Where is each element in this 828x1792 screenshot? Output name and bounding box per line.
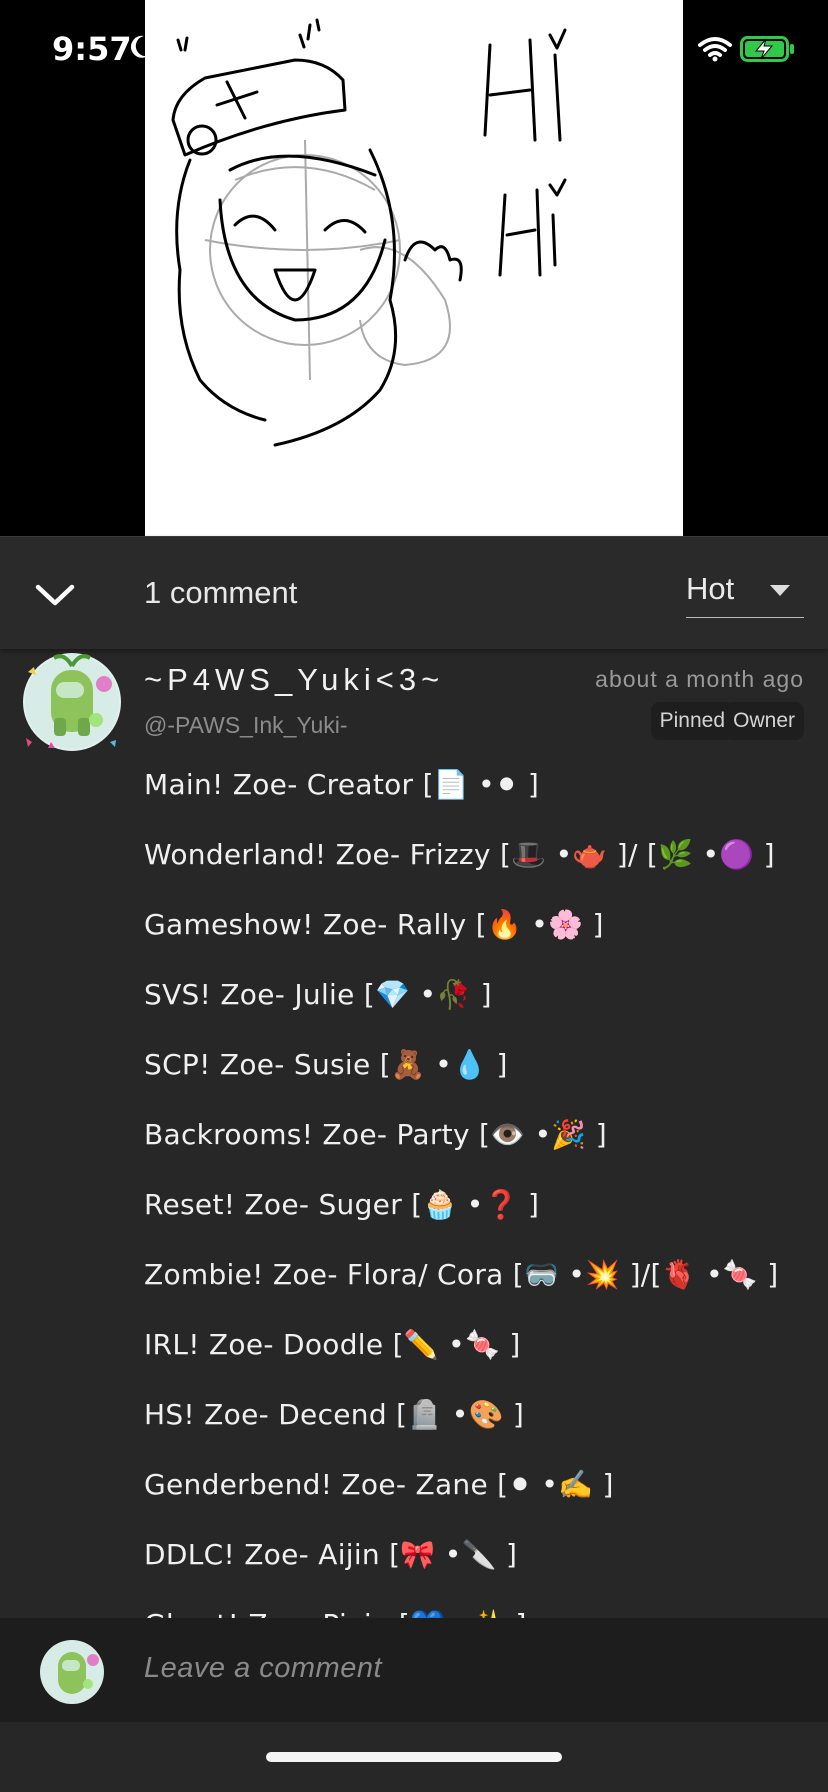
comment-handle[interactable]: @-PAWS_Ink_Yuki-	[144, 712, 348, 739]
sort-caret-icon	[770, 585, 790, 596]
comment-line: Reset! Zoe- Suger [🧁 •❓ ]	[144, 1188, 540, 1221]
status-bar: 9:57	[0, 0, 828, 100]
comment-body: Main! Zoe- Creator [📄 •⚫ ] Wonderland! Z…	[144, 750, 824, 1618]
comment-line: IRL! Zoe- Doodle [✏️ •🍬 ]	[144, 1328, 521, 1361]
comment-count: 1 comment	[144, 575, 298, 610]
comment-composer[interactable]: Leave a comment	[0, 1618, 828, 1722]
chevron-down-icon[interactable]	[30, 575, 80, 615]
battery-charging-icon	[740, 36, 794, 62]
comment-input[interactable]: Leave a comment	[144, 1652, 382, 1685]
comment-line: Gameshow! Zoe- Rally [🔥 •🌸 ]	[144, 908, 604, 941]
comments-panel: 1 comment Hot ~P4WS_Yuki<3~ @-PAWS_Ink_Y…	[0, 536, 828, 1792]
comment-line: DDLC! Zoe- Aijin [🎀 •🔪 ]	[144, 1538, 518, 1571]
sort-label: Hot	[686, 571, 735, 606]
comment-line: Genderbend! Zoe- Zane [⚫ •✍️ ]	[144, 1468, 614, 1501]
composer-avatar	[40, 1640, 104, 1704]
pinned-badge: Pinned	[650, 702, 734, 740]
comment-line: HS! Zoe- Decend [🪦 •🎨 ]	[144, 1398, 525, 1431]
wifi-icon	[698, 37, 732, 62]
comment-line: SCP! Zoe- Susie [🧸 •💧 ]	[144, 1048, 508, 1081]
comment-line: Ghost! Zoe- Pixie [💙 •✨ ]	[144, 1590, 824, 1618]
comment-line: SVS! Zoe- Julie [💎 •🥀 ]	[144, 978, 492, 1011]
comment-line: Wonderland! Zoe- Frizzy [🎩 •🫖 ]/ [🌿 •🟣 ]	[144, 838, 775, 871]
comment-time: about a month ago	[595, 666, 804, 692]
comment-line: Zombie! Zoe- Flora/ Cora [🥽 •💥 ]/[🫀 •🍬 ]	[144, 1258, 779, 1291]
sort-dropdown[interactable]: Hot	[686, 567, 804, 618]
comments-header: 1 comment Hot	[0, 536, 828, 649]
moon-icon	[130, 35, 148, 58]
comment-line: Backrooms! Zoe- Party [👁️ •🎉 ]	[144, 1118, 608, 1151]
comment-author[interactable]: ~P4WS_Yuki<3~	[144, 662, 444, 698]
home-indicator[interactable]	[266, 1752, 562, 1762]
owner-badge: Owner	[724, 702, 804, 740]
comment-line: Main! Zoe- Creator [📄 •⚫ ]	[144, 768, 540, 801]
comment-item: ~P4WS_Yuki<3~ @-PAWS_Ink_Yuki- about a m…	[0, 648, 828, 1618]
home-bar-area	[0, 1722, 828, 1792]
avatar[interactable]	[18, 648, 126, 756]
status-time: 9:57	[52, 30, 132, 68]
